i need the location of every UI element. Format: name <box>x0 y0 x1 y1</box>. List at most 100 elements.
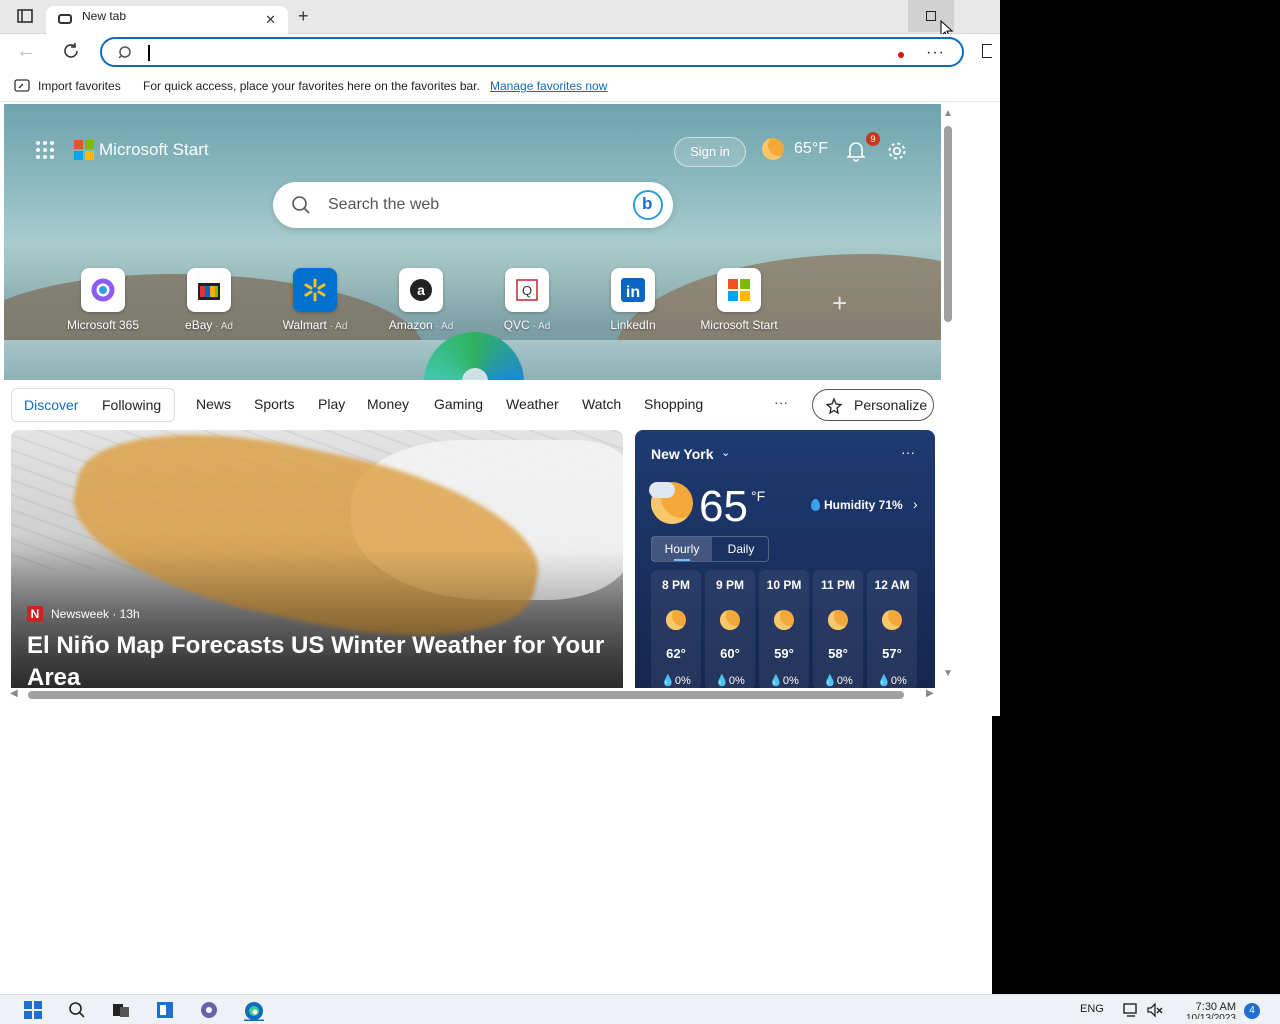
manage-favorites-link[interactable]: Manage favorites now <box>490 79 607 93</box>
clock-date: 10/13/2023 <box>1185 1013 1236 1019</box>
quick-link-linkedin[interactable]: in LinkedIn <box>588 268 678 332</box>
horizontal-scroll-thumb[interactable] <box>28 691 904 699</box>
tab-weather[interactable]: Weather <box>506 396 559 412</box>
tab-money[interactable]: Money <box>367 396 409 412</box>
quick-link-microsoft-start[interactable]: Microsoft Start <box>694 268 784 332</box>
header-weather[interactable]: 65°F <box>762 138 828 160</box>
search-icon <box>292 196 310 214</box>
new-tab-button[interactable]: + <box>298 6 309 27</box>
notifications-bell-icon[interactable] <box>846 140 866 162</box>
weather-city[interactable]: New York <box>651 446 714 462</box>
web-search-box[interactable]: Search the web b <box>273 182 673 228</box>
quick-link-ebay[interactable]: eBay · Ad <box>164 268 254 332</box>
moon-icon <box>828 610 848 630</box>
vertical-scroll-thumb[interactable] <box>944 126 952 322</box>
language-indicator[interactable]: ENG <box>1080 1003 1104 1015</box>
chevron-right-icon[interactable]: › <box>913 496 918 512</box>
weather-card[interactable]: New York ⌄ ··· 65 °F Humidity 71% › Hour… <box>635 430 935 688</box>
import-favorites-icon[interactable] <box>14 78 32 94</box>
horizontal-scrollbar[interactable]: ◀ ▶ <box>4 688 941 702</box>
notification-count-badge[interactable]: 4 <box>1244 1003 1260 1019</box>
import-favorites-label[interactable]: Import favorites <box>38 79 121 93</box>
add-quick-link-button[interactable]: + <box>832 288 847 319</box>
system-clock[interactable]: 7:30 AM 10/13/2023 <box>1176 1001 1236 1019</box>
address-bar[interactable] <box>100 37 964 67</box>
quick-link-amazon[interactable]: a Amazon · Ad <box>376 268 466 332</box>
scroll-left-arrow-icon[interactable]: ◀ <box>10 688 18 699</box>
brand-name[interactable]: Microsoft Start <box>99 140 209 160</box>
sidebar-icon[interactable] <box>982 44 992 58</box>
weather-humidity[interactable]: Humidity 71% <box>811 498 903 512</box>
hour-temp: 62° <box>666 646 686 661</box>
hour-temp: 60° <box>720 646 740 661</box>
weather-temp: 65 <box>699 482 748 531</box>
tab-daily[interactable]: Daily <box>712 537 770 561</box>
taskbar: ENG 7:30 AM 10/13/2023 4 <box>0 994 1280 1024</box>
tile-label: Amazon <box>388 318 433 332</box>
edge-taskbar-icon[interactable] <box>244 1001 264 1021</box>
hourly-forecast: 8 PM 62° 💧0% 9 PM 60° 💧0% 10 PM 59° 💧0% … <box>651 570 917 688</box>
weather-unit[interactable]: °F <box>751 488 765 504</box>
volume-muted-icon[interactable] <box>1146 1001 1164 1019</box>
tile-label: Microsoft Start <box>700 318 778 332</box>
back-button[interactable]: ← <box>16 40 36 63</box>
network-icon[interactable] <box>1122 1001 1140 1019</box>
linkedin-icon: in <box>611 268 655 312</box>
news-card[interactable]: N Newsweek · 13h El Niño Map Forecasts U… <box>11 430 623 688</box>
app-launcher-icon[interactable] <box>36 141 54 159</box>
search-icon[interactable] <box>68 1001 86 1019</box>
tab-watch[interactable]: Watch <box>582 396 621 412</box>
hour-precip: 💧0% <box>661 675 691 687</box>
quick-link-qvc[interactable]: Q QVC · Ad <box>482 268 572 332</box>
widgets-icon[interactable] <box>156 1001 174 1019</box>
scroll-right-arrow-icon[interactable]: ▶ <box>926 688 934 699</box>
search-placeholder: Search the web <box>328 196 440 213</box>
hour-precip: 💧0% <box>769 675 799 687</box>
hour-time: 11 PM <box>820 578 856 592</box>
tab-play[interactable]: Play <box>318 396 345 412</box>
hour-forecast[interactable]: 11 PM 58° 💧0% <box>813 570 863 688</box>
hour-temp: 58° <box>828 646 848 661</box>
teams-chat-icon[interactable] <box>200 1001 218 1019</box>
tab-actions-icon[interactable] <box>10 6 38 28</box>
tab-strip: New tab ✕ + <box>0 0 1000 40</box>
amazon-icon: a <box>399 268 443 312</box>
bing-chat-icon[interactable]: b <box>633 190 663 220</box>
tab-news[interactable]: News <box>196 396 231 412</box>
hour-forecast[interactable]: 9 PM 60° 💧0% <box>705 570 755 688</box>
refresh-icon[interactable] <box>60 40 82 62</box>
quick-link-walmart[interactable]: Walmart · Ad <box>270 268 360 332</box>
hour-forecast[interactable]: 10 PM 59° 💧0% <box>759 570 809 688</box>
personalize-label: Personalize <box>854 397 928 413</box>
tab-new-tab[interactable]: New tab ✕ <box>46 6 288 34</box>
tab-close-icon[interactable]: ✕ <box>265 12 276 28</box>
tab-sports[interactable]: Sports <box>254 396 294 412</box>
scroll-down-arrow-icon[interactable]: ▼ <box>943 668 953 679</box>
hour-forecast[interactable]: 12 AM 57° 💧0% <box>867 570 917 688</box>
news-source: N Newsweek · 13h <box>27 606 140 622</box>
windows-start-icon[interactable] <box>24 1001 42 1019</box>
moon-cloud-icon <box>762 138 784 160</box>
vertical-scrollbar[interactable]: ▲ ▼ <box>941 104 955 688</box>
quick-link-microsoft-365[interactable]: Microsoft 365 <box>58 268 148 332</box>
tab-favicon-icon <box>58 14 72 24</box>
new-tab-page: Microsoft Start Sign in 65°F 9 Search th… <box>4 104 941 688</box>
tab-discover[interactable]: Discover <box>24 397 78 413</box>
chevron-down-icon[interactable]: ⌄ <box>721 446 730 459</box>
tab-gaming[interactable]: Gaming <box>434 396 483 412</box>
weather-more-button[interactable]: ··· <box>901 444 915 460</box>
hour-forecast[interactable]: 8 PM 62° 💧0% <box>651 570 701 688</box>
tab-hourly[interactable]: Hourly <box>652 537 712 561</box>
settings-gear-icon[interactable] <box>886 140 908 162</box>
settings-more-button[interactable]: ··· <box>926 44 945 62</box>
news-headline[interactable]: El Niño Map Forecasts US Winter Weather … <box>27 630 607 688</box>
scroll-up-arrow-icon[interactable]: ▲ <box>943 108 953 119</box>
task-view-icon[interactable] <box>112 1001 130 1019</box>
tile-ad: · Ad <box>432 321 454 332</box>
personalize-button[interactable]: Personalize <box>812 389 934 421</box>
more-categories-button[interactable]: ··· <box>774 394 788 410</box>
tab-following[interactable]: Following <box>102 397 161 413</box>
hour-time: 12 AM <box>874 578 910 592</box>
sign-in-button[interactable]: Sign in <box>674 137 746 167</box>
tab-shopping[interactable]: Shopping <box>644 396 703 412</box>
